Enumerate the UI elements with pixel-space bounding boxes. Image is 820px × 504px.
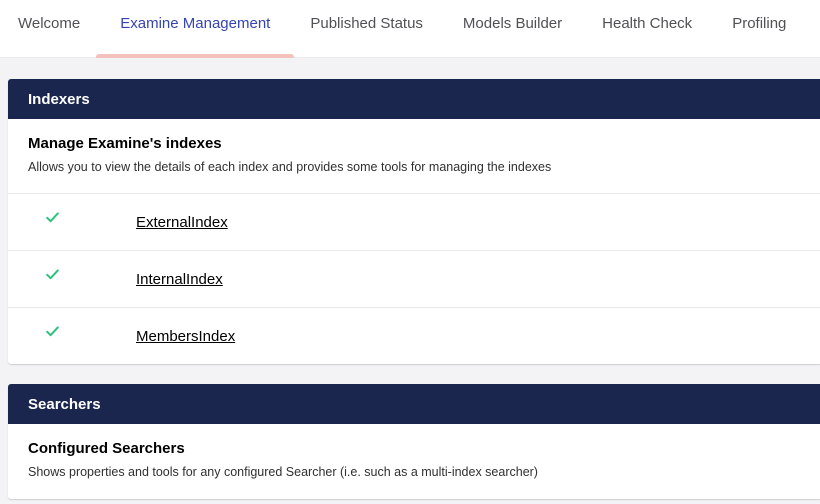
main-content: Indexers Manage Examine's indexes Allows…: [0, 58, 820, 499]
indexers-title: Manage Examine's indexes: [28, 135, 222, 152]
tab-health-check[interactable]: Health Check: [582, 0, 712, 47]
tab-published-status[interactable]: Published Status: [290, 0, 443, 47]
index-row-internal: InternalIndex: [8, 251, 820, 308]
indexers-box: Indexers Manage Examine's indexes Allows…: [8, 79, 820, 364]
tab-profiling[interactable]: Profiling: [712, 0, 806, 47]
indexers-intro: Manage Examine's indexes Allows you to v…: [8, 119, 820, 194]
index-row-external: ExternalIndex: [8, 194, 820, 251]
index-row-members: MembersIndex: [8, 308, 820, 364]
searchers-title: Configured Searchers: [28, 440, 185, 457]
check-icon: [8, 308, 136, 364]
index-link-internal[interactable]: InternalIndex: [136, 271, 223, 288]
searchers-header: Searchers: [8, 384, 820, 424]
dashboard-tabs: Welcome Examine Management Published Sta…: [0, 0, 820, 58]
searchers-box: Searchers Configured Searchers Shows pro…: [8, 384, 820, 499]
tab-models-builder[interactable]: Models Builder: [443, 0, 582, 47]
tab-examine-management[interactable]: Examine Management: [96, 0, 295, 58]
indexers-description: Allows you to view the details of each i…: [28, 160, 552, 174]
index-link-members[interactable]: MembersIndex: [136, 328, 235, 345]
check-icon: [8, 251, 136, 307]
searchers-description: Shows properties and tools for any confi…: [28, 465, 538, 479]
indexers-header: Indexers: [8, 79, 820, 119]
index-link-external[interactable]: ExternalIndex: [136, 214, 228, 231]
tab-welcome[interactable]: Welcome: [0, 0, 100, 47]
check-icon: [8, 194, 136, 250]
searchers-intro: Configured Searchers Shows properties an…: [8, 424, 820, 499]
